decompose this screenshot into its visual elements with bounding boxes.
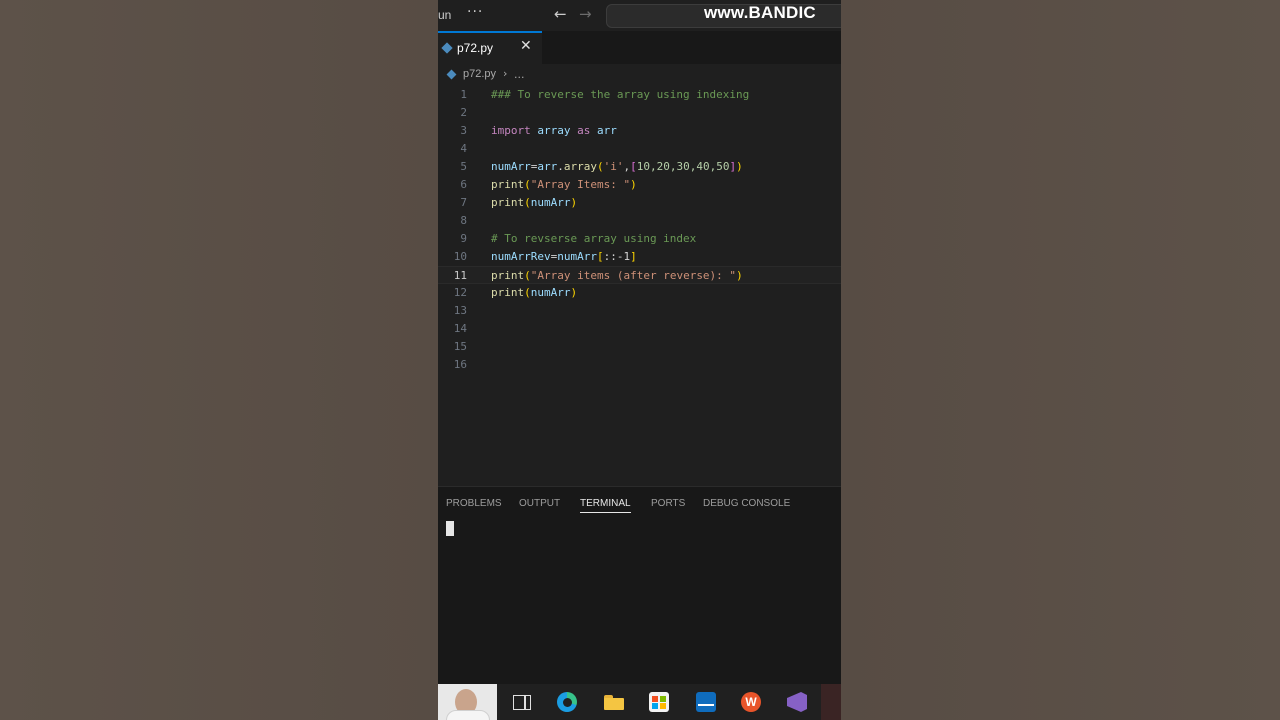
- line-number: 7: [460, 196, 467, 209]
- code-line[interactable]: 12 print(numArr): [438, 284, 841, 302]
- breadcrumb-symbols[interactable]: ...: [514, 68, 525, 81]
- python-file-icon: [441, 42, 453, 54]
- code-text: print("Array Items: "): [491, 178, 637, 191]
- line-number: 5: [460, 160, 467, 173]
- line-number: 16: [453, 358, 467, 371]
- code-line[interactable]: 7 print(numArr): [438, 194, 841, 212]
- tab-p72-py[interactable]: p72.py ✕: [438, 31, 542, 64]
- store-square: [652, 703, 658, 709]
- code-editor[interactable]: 1 ### To reverse the array using indexin…: [438, 86, 841, 486]
- folder-body: [604, 698, 624, 710]
- code-line[interactable]: 9 # To revserse array using index: [438, 230, 841, 248]
- line-number: 3: [460, 124, 467, 137]
- tab-problems[interactable]: PROBLEMS: [446, 498, 502, 509]
- code-line[interactable]: 6 print("Array Items: "): [438, 176, 841, 194]
- run-menu[interactable]: un: [438, 8, 451, 22]
- line-number: 11: [453, 269, 467, 282]
- office-icon[interactable]: W: [741, 692, 761, 712]
- code-line-current[interactable]: 11 print("Array items (after reverse): "…: [438, 266, 841, 284]
- line-number: 8: [460, 214, 467, 227]
- tab-debug-console[interactable]: DEBUG CONSOLE: [703, 498, 790, 509]
- code-line[interactable]: 8: [438, 212, 841, 230]
- tab-output[interactable]: OUTPUT: [519, 498, 560, 509]
- line-number: 6: [460, 178, 467, 191]
- line-number: 2: [460, 106, 467, 119]
- breadcrumb-separator: ›: [503, 67, 508, 80]
- task-view-pane: [525, 695, 531, 710]
- file-explorer-icon[interactable]: [604, 692, 624, 712]
- back-arrow-icon[interactable]: ←: [554, 5, 567, 23]
- edge-icon[interactable]: [557, 692, 577, 712]
- user-avatar[interactable]: [438, 684, 497, 720]
- line-number: 4: [460, 142, 467, 155]
- line-number: 12: [453, 286, 467, 299]
- title-bar: un ··· ← → www.BANDIC: [438, 0, 841, 31]
- store-square: [660, 703, 666, 709]
- mail-flap: [698, 696, 714, 706]
- store-icon[interactable]: [649, 692, 669, 712]
- vscode-window: un ··· ← → www.BANDIC p72.py ✕ p72.py › …: [438, 0, 841, 720]
- code-line[interactable]: 13: [438, 302, 841, 320]
- taskbar-overflow: [821, 684, 841, 720]
- editor-tab-bar: p72.py ✕: [438, 31, 841, 65]
- line-number: 9: [460, 232, 467, 245]
- line-number: 13: [453, 304, 467, 317]
- code-text: import array as arr: [491, 124, 617, 137]
- taskbar: W: [438, 684, 841, 720]
- code-text: numArr=arr.array('i',[10,20,30,40,50]): [491, 160, 743, 173]
- visual-studio-icon[interactable]: [787, 692, 807, 712]
- task-view-pane: [513, 695, 525, 710]
- recording-watermark: www.BANDIC: [704, 3, 816, 22]
- code-text: print(numArr): [491, 196, 578, 209]
- mail-icon[interactable]: [696, 692, 716, 712]
- code-text: numArrRev=numArr[::-1]: [491, 250, 637, 263]
- more-icon[interactable]: ···: [467, 4, 483, 20]
- store-square: [660, 696, 666, 702]
- line-number: 1: [460, 88, 467, 101]
- code-line[interactable]: 15: [438, 338, 841, 356]
- tab-label: p72.py: [457, 41, 494, 55]
- code-line[interactable]: 10 numArrRev=numArr[::-1]: [438, 248, 841, 266]
- avatar-body: [446, 710, 490, 720]
- code-line[interactable]: 16: [438, 356, 841, 374]
- store-square: [652, 696, 658, 702]
- task-view-icon[interactable]: [511, 692, 531, 712]
- code-line[interactable]: 2: [438, 104, 841, 122]
- line-number: 14: [453, 322, 467, 335]
- video-side-left: [0, 0, 438, 720]
- python-file-icon: [446, 69, 457, 80]
- close-icon[interactable]: ✕: [520, 38, 532, 54]
- code-line[interactable]: 14: [438, 320, 841, 338]
- line-number: 15: [453, 340, 467, 353]
- terminal-cursor[interactable]: [446, 521, 454, 536]
- bottom-panel: PROBLEMS OUTPUT TERMINAL PORTS DEBUG CON…: [438, 486, 841, 665]
- breadcrumb: p72.py › ...: [438, 64, 841, 86]
- forward-arrow-icon[interactable]: →: [579, 5, 592, 23]
- code-line[interactable]: 4: [438, 140, 841, 158]
- line-number: 10: [453, 250, 467, 263]
- code-text: # To revserse array using index: [491, 232, 697, 245]
- code-line[interactable]: 3 import array as arr: [438, 122, 841, 140]
- breadcrumb-file[interactable]: p72.py: [463, 68, 496, 80]
- tab-terminal[interactable]: TERMINAL: [580, 498, 631, 513]
- video-side-right: [841, 0, 1280, 720]
- status-bar: [438, 664, 841, 684]
- tab-ports[interactable]: PORTS: [651, 498, 685, 509]
- edge-icon-center: [563, 698, 572, 707]
- code-line[interactable]: 1 ### To reverse the array using indexin…: [438, 86, 841, 104]
- code-text: print("Array items (after reverse): "): [491, 269, 743, 282]
- code-text: print(numArr): [491, 286, 578, 299]
- code-text: ### To reverse the array using indexing: [491, 88, 750, 101]
- code-line[interactable]: 5 numArr=arr.array('i',[10,20,30,40,50]): [438, 158, 841, 176]
